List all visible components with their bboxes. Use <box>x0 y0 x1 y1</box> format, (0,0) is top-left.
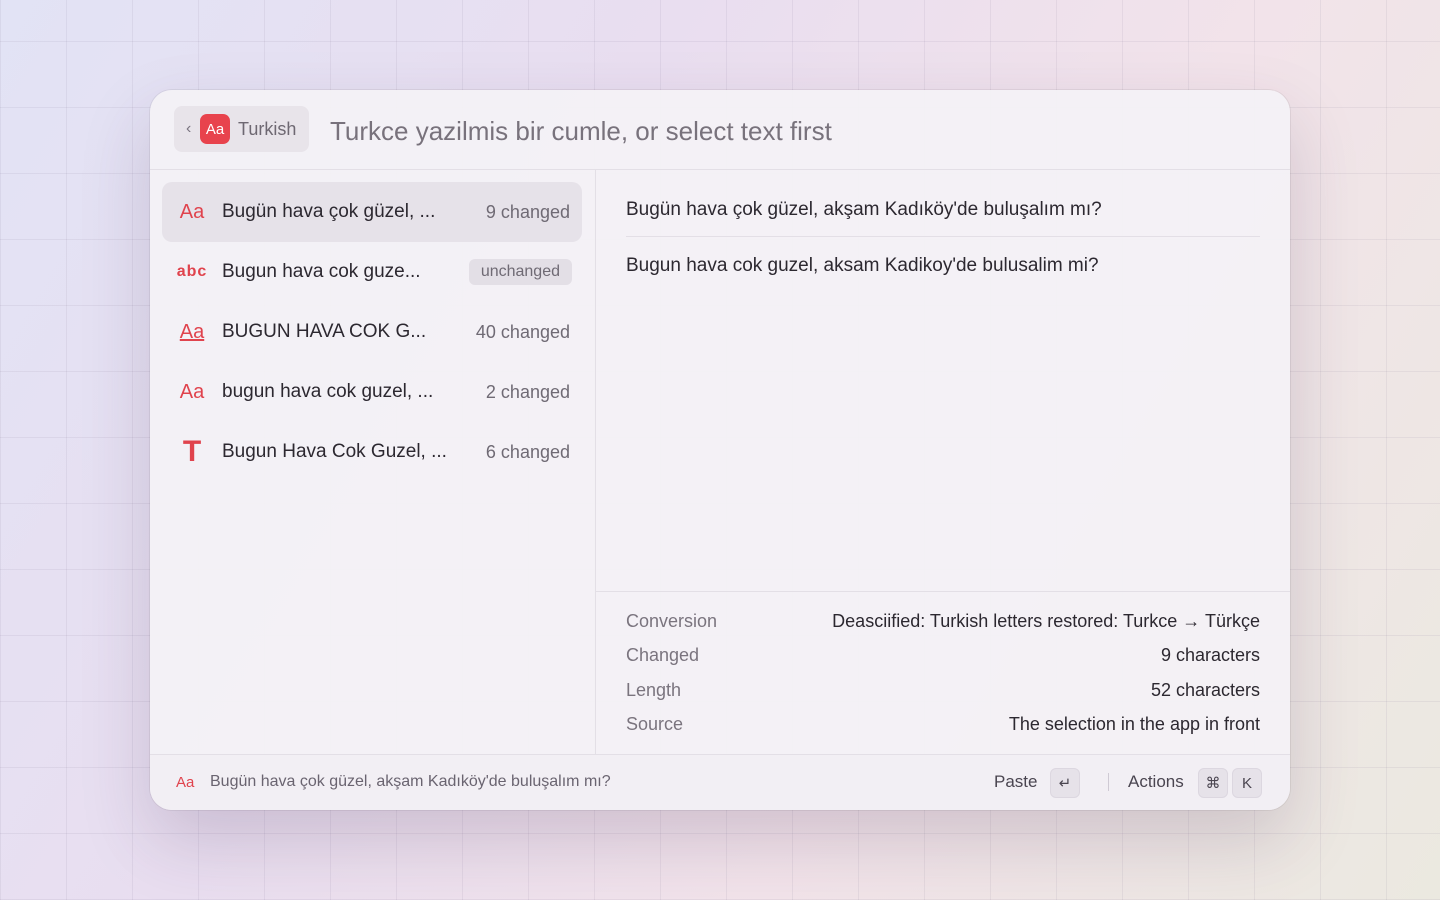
header: ‹ Aa Turkish <box>150 90 1290 170</box>
list-item-title: Bugun Hava Cok Guzel, ... <box>222 441 447 462</box>
metadata-panel: Conversion Deasciified: Turkish letters … <box>596 591 1290 754</box>
metadata-key: Length <box>626 680 682 700</box>
k-key-icon[interactable]: K <box>1232 768 1262 798</box>
language-selector[interactable]: ‹ Aa Turkish <box>174 106 309 152</box>
lowercase-icon: Aa <box>179 380 205 403</box>
results-list: Aa Bugün hava çok güzel, ... 9 changed a… <box>150 170 596 754</box>
metadata-row: Source The selection in the app in front <box>626 714 1260 735</box>
list-item-title: bugun hava cok guzel, ... <box>222 381 434 402</box>
detail-panel: Bugün hava çok güzel, akşam Kadıköy'de b… <box>596 170 1290 754</box>
actions-button[interactable]: Actions <box>1128 772 1184 792</box>
metadata-key: Source <box>626 714 684 734</box>
list-item-title: BUGUN HAVA COK G... <box>222 321 427 342</box>
list-item[interactable]: Aa bugun hava cok guzel, ... 2 changed <box>162 362 582 422</box>
uppercase-icon: Aa <box>179 320 205 343</box>
metadata-key: Conversion <box>626 611 718 631</box>
metadata-key: Changed <box>626 645 700 665</box>
paste-button[interactable]: Paste <box>994 772 1037 792</box>
deasciify-icon: Aa <box>179 200 205 223</box>
list-item-meta: 9 changed <box>485 201 570 222</box>
chevron-left-icon[interactable]: ‹ <box>186 120 196 138</box>
list-item[interactable]: Aa BUGUN HAVA COK G... 40 changed <box>162 302 582 362</box>
deasciify-icon: Aa <box>176 774 195 791</box>
status-badge: unchanged <box>468 259 572 285</box>
list-item[interactable]: Aa Bugün hava çok güzel, ... 9 changed <box>162 182 582 242</box>
ascii-icon: abc <box>176 263 208 280</box>
converted-text: Bugün hava çok güzel, akşam Kadıköy'de b… <box>626 199 1102 220</box>
list-item-title: Bugün hava çok güzel, ... <box>222 201 436 222</box>
footer-bar: Aa Bugün hava çok güzel, akşam Kadıköy'd… <box>150 754 1290 810</box>
list-item[interactable]: T Bugun Hava Cok Guzel, ... 6 changed <box>162 422 582 482</box>
language-badge: Aa <box>200 114 230 144</box>
metadata-row: Length 52 characters <box>626 680 1260 701</box>
divider <box>626 236 1260 237</box>
list-item-meta: 6 changed <box>485 441 570 462</box>
search-input[interactable] <box>328 110 1252 152</box>
language-label: Turkish <box>238 118 297 139</box>
list-item-meta: 2 changed <box>485 381 570 402</box>
title-case-icon: T <box>182 435 202 468</box>
metadata-value: Deasciified: Turkish letters restored: T… <box>832 611 1260 631</box>
list-item[interactable]: abc Bugun hava cok guze... unchanged <box>162 242 582 302</box>
original-text: Bugun hava cok guzel, aksam Kadikoy'de b… <box>626 255 1099 276</box>
metadata-value: The selection in the app in front <box>1008 714 1260 734</box>
footer-divider <box>1108 773 1109 791</box>
command-key-icon[interactable]: ⌘ <box>1198 768 1228 798</box>
metadata-row: Changed 9 characters <box>626 645 1260 666</box>
metadata-value: 52 characters <box>1150 680 1260 700</box>
list-item-title: Bugun hava cok guze... <box>222 261 421 282</box>
footer-preview: Bugün hava çok güzel, akşam Kadıköy'de b… <box>210 773 611 790</box>
list-item-meta: 40 changed <box>475 321 570 342</box>
return-key-icon[interactable]: ↵ <box>1050 768 1080 798</box>
command-palette-window: ‹ Aa Turkish Aa Bugün hava çok güzel, ..… <box>150 90 1290 810</box>
metadata-value: 9 characters <box>1160 645 1260 665</box>
metadata-row: Conversion Deasciified: Turkish letters … <box>626 611 1260 632</box>
